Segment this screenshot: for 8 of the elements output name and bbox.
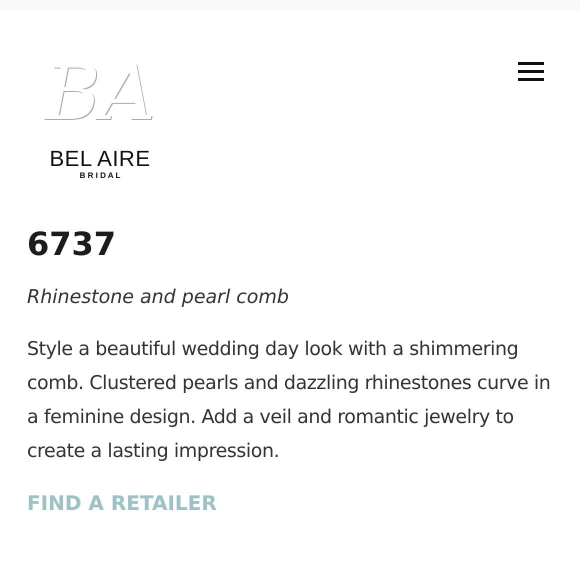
find-retailer-link[interactable]: FIND A RETAILER <box>27 488 217 518</box>
logo-name: BEL AIRE <box>49 148 150 170</box>
product-description: Style a beautiful wedding day look with a shimmering comb. Clustered pearls and dazzling rhinestones curve in a feminine design. Add a veil and romantic jewelry to create a lasting impression. <box>27 337 552 464</box>
logo-monogram: BA <box>44 47 156 139</box>
product-title: 6737 <box>27 224 118 264</box>
logo-tagline: B R I D A L <box>80 170 120 182</box>
menu-icon[interactable] <box>518 62 544 81</box>
product-subtitle: Rhinestone and pearl comb <box>27 285 290 310</box>
